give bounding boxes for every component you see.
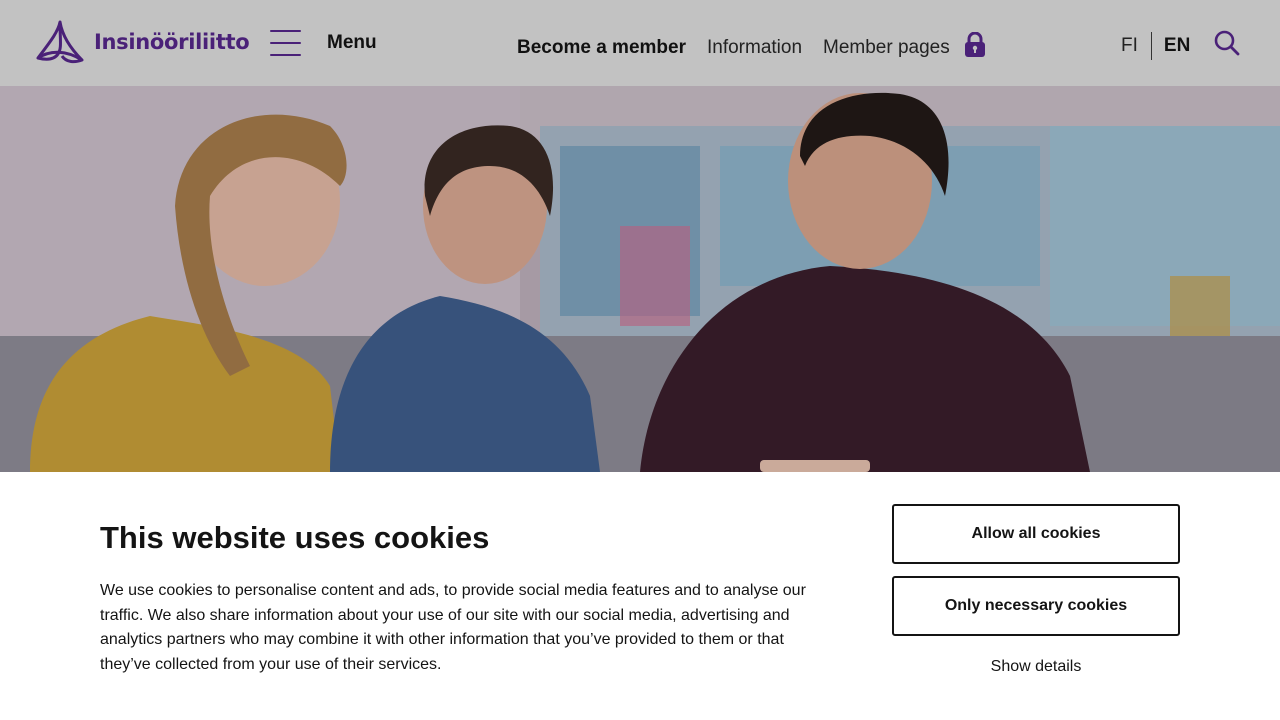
logo-icon	[36, 20, 84, 64]
search-icon	[1214, 30, 1240, 56]
cookie-title: This website uses cookies	[100, 520, 490, 555]
lock-icon[interactable]	[964, 31, 986, 63]
only-necessary-cookies-button[interactable]: Only necessary cookies	[892, 576, 1180, 636]
site-logo[interactable]: Insinööriliitto	[36, 20, 250, 64]
language-divider	[1150, 32, 1152, 60]
hero-image	[0, 86, 1280, 472]
allow-all-cookies-button[interactable]: Allow all cookies	[892, 504, 1180, 564]
menu-button[interactable]: Menu	[268, 28, 377, 58]
nav-member-pages[interactable]: Member pages	[823, 37, 950, 59]
show-details-link[interactable]: Show details	[892, 658, 1180, 676]
nav-information[interactable]: Information	[707, 37, 802, 59]
language-fi[interactable]: FI	[1121, 35, 1138, 57]
language-switcher: FI EN	[1121, 32, 1190, 60]
hamburger-icon	[268, 28, 302, 58]
main-nav: Become a member Information Member pages	[517, 31, 986, 63]
language-en[interactable]: EN	[1164, 35, 1190, 57]
menu-label: Menu	[327, 32, 377, 53]
cookie-banner: This website uses cookies We use cookies…	[0, 472, 1280, 720]
search-button[interactable]	[1214, 30, 1240, 61]
cookie-description: We use cookies to personalise content an…	[100, 582, 806, 673]
site-header: Insinööriliitto Menu Become a member Inf…	[0, 0, 1280, 86]
logo-text: Insinööriliitto	[94, 30, 250, 54]
nav-become-member[interactable]: Become a member	[517, 37, 686, 59]
